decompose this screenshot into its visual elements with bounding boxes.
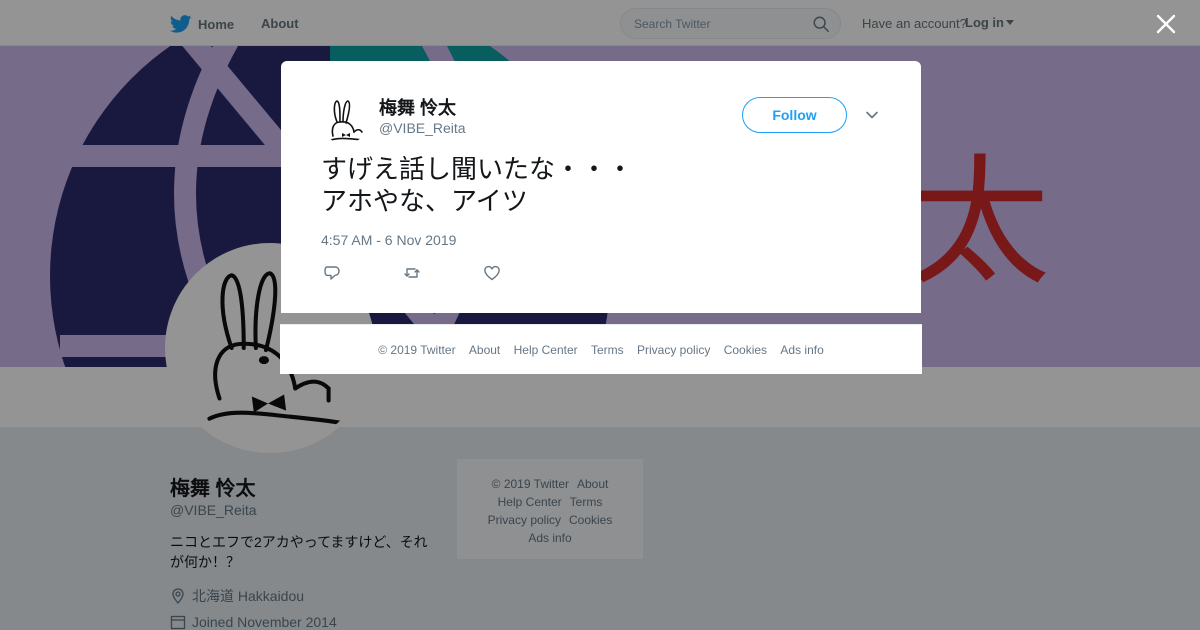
close-icon[interactable] <box>1155 13 1177 35</box>
tweet-timestamp[interactable]: 4:57 AM - 6 Nov 2019 <box>321 232 456 248</box>
modal-footer: © 2019 Twitter About Help Center Terms P… <box>280 324 922 374</box>
tweet-modal: 梅舞 怜太 @VIBE_Reita Follow すげえ話し聞いたな・・・ アホ… <box>281 61 921 313</box>
reply-icon[interactable] <box>323 264 341 282</box>
modal-footer-help[interactable]: Help Center <box>514 343 578 357</box>
tweet-text-line-2: アホやな、アイツ <box>321 186 528 216</box>
tweet-author-name[interactable]: 梅舞 怜太 <box>379 94 456 120</box>
tweet-author-avatar[interactable] <box>321 96 369 144</box>
modal-footer-copyright: © 2019 Twitter <box>378 343 456 357</box>
tweet-text-line-1: すげえ話し聞いたな・・・ <box>321 154 634 184</box>
tweet-author-handle[interactable]: @VIBE_Reita <box>379 120 466 136</box>
follow-button[interactable]: Follow <box>742 97 847 133</box>
chevron-down-icon[interactable] <box>864 107 880 123</box>
modal-footer-about[interactable]: About <box>469 343 500 357</box>
modal-footer-cookies[interactable]: Cookies <box>724 343 767 357</box>
bunny-avatar-image <box>330 100 364 141</box>
modal-footer-privacy[interactable]: Privacy policy <box>637 343 710 357</box>
retweet-icon[interactable] <box>403 264 421 282</box>
tweet-text: すげえ話し聞いたな・・・ アホやな、アイツ <box>321 153 633 217</box>
modal-footer-terms[interactable]: Terms <box>591 343 624 357</box>
modal-footer-ads[interactable]: Ads info <box>780 343 823 357</box>
like-icon[interactable] <box>483 264 501 282</box>
tweet-actions <box>323 264 501 282</box>
